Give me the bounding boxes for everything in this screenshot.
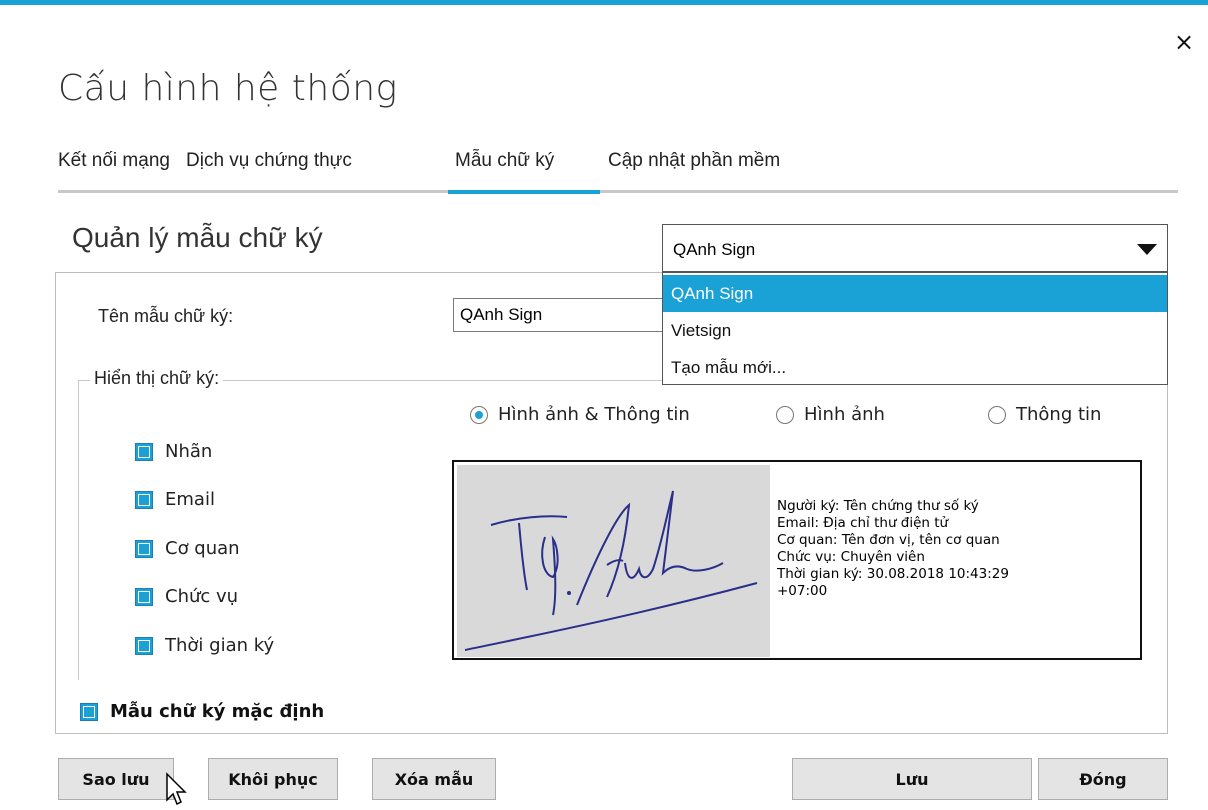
- chevron-down-icon: [1137, 244, 1157, 255]
- checkbox-signing-time-field[interactable]: Thời gian ký: [135, 635, 274, 656]
- template-select-value: QAnh Sign: [673, 240, 756, 259]
- close-button[interactable]: Đóng: [1038, 758, 1168, 800]
- group-border-left: [78, 380, 79, 680]
- section-title: Quản lý mẫu chữ ký: [72, 222, 323, 253]
- radio-image-and-info[interactable]: Hình ảnh & Thông tin: [470, 404, 690, 425]
- checkbox-label: Cơ quan: [165, 538, 240, 559]
- checkbox-label: Email: [165, 489, 215, 510]
- default-template-checkbox[interactable]: Mẫu chữ ký mặc định: [80, 701, 324, 722]
- backup-button[interactable]: Sao lưu: [58, 758, 174, 800]
- tab-network[interactable]: Kết nối mạng: [58, 150, 170, 172]
- default-template-label: Mẫu chữ ký mặc định: [110, 701, 325, 722]
- radio-label: Hình ảnh: [804, 404, 885, 425]
- tab-software-update[interactable]: Cập nhật phần mềm: [608, 150, 780, 172]
- mouse-pointer-icon: [166, 772, 187, 806]
- dropdown-option-qanh-sign[interactable]: QAnh Sign: [663, 275, 1167, 312]
- template-name-input[interactable]: [453, 298, 673, 332]
- delete-template-button[interactable]: Xóa mẫu: [372, 758, 496, 800]
- restore-button[interactable]: Khôi phục: [208, 758, 338, 800]
- checkbox-checked-icon: [80, 702, 98, 721]
- checkbox-checked-icon: [135, 587, 153, 606]
- tab-certification-service[interactable]: Dịch vụ chứng thực: [186, 150, 352, 172]
- preview-line-organization: Cơ quan: Tên đơn vị, tên cơ quan: [777, 532, 1000, 548]
- signature-preview: Người ký: Tên chứng thư số ký Email: Địa…: [452, 460, 1142, 660]
- checkbox-label: Chức vụ: [165, 586, 239, 607]
- dialog-title: Cấu hình hệ thống: [58, 68, 398, 109]
- top-accent-bar: [0, 0, 1208, 5]
- checkbox-label-field[interactable]: Nhãn: [135, 441, 212, 462]
- preview-line-position: Chức vụ: Chuyên viên: [777, 549, 925, 565]
- template-name-label: Tên mẫu chữ ký:: [98, 306, 234, 326]
- signature-image: [457, 465, 770, 657]
- checkbox-label: Thời gian ký: [165, 635, 275, 656]
- radio-label: Hình ảnh & Thông tin: [498, 404, 690, 425]
- checkbox-label: Nhãn: [165, 441, 213, 462]
- checkbox-organization-field[interactable]: Cơ quan: [135, 538, 240, 559]
- close-icon[interactable]: ×: [1174, 30, 1194, 54]
- radio-label: Thông tin: [1016, 404, 1102, 425]
- save-button[interactable]: Lưu: [792, 758, 1032, 800]
- checkbox-position-field[interactable]: Chức vụ: [135, 586, 238, 607]
- preview-line-timezone: +07:00: [777, 583, 828, 599]
- checkbox-checked-icon: [135, 442, 153, 461]
- radio-unselected-icon: [776, 405, 794, 424]
- radio-selected-icon: [470, 405, 488, 424]
- tab-divider: [58, 190, 1178, 193]
- dropdown-option-new-template[interactable]: Tạo mẫu mới...: [663, 349, 1167, 386]
- preview-line-time: Thời gian ký: 30.08.2018 10:43:29: [777, 566, 1009, 582]
- tab-signature-template[interactable]: Mẫu chữ ký: [455, 150, 554, 172]
- checkbox-checked-icon: [135, 539, 153, 558]
- preview-line-signer: Người ký: Tên chứng thư số ký: [777, 498, 979, 514]
- template-select[interactable]: QAnh Sign: [662, 224, 1168, 272]
- handwritten-signature-icon: [464, 490, 758, 651]
- radio-image-only[interactable]: Hình ảnh: [776, 404, 885, 425]
- signature-info: Người ký: Tên chứng thư số ký Email: Địa…: [777, 498, 1009, 600]
- radio-unselected-icon: [988, 405, 1006, 424]
- radio-info-only[interactable]: Thông tin: [988, 404, 1101, 425]
- template-dropdown-list: QAnh Sign Vietsign Tạo mẫu mới...: [662, 272, 1168, 385]
- active-tab-indicator: [448, 190, 600, 194]
- display-group-label: Hiển thị chữ ký:: [90, 368, 224, 389]
- dropdown-option-vietsign[interactable]: Vietsign: [663, 312, 1167, 349]
- checkbox-checked-icon: [135, 490, 153, 509]
- preview-line-email: Email: Địa chỉ thư điện tử: [777, 515, 949, 531]
- checkbox-checked-icon: [135, 636, 153, 655]
- checkbox-email-field[interactable]: Email: [135, 489, 215, 510]
